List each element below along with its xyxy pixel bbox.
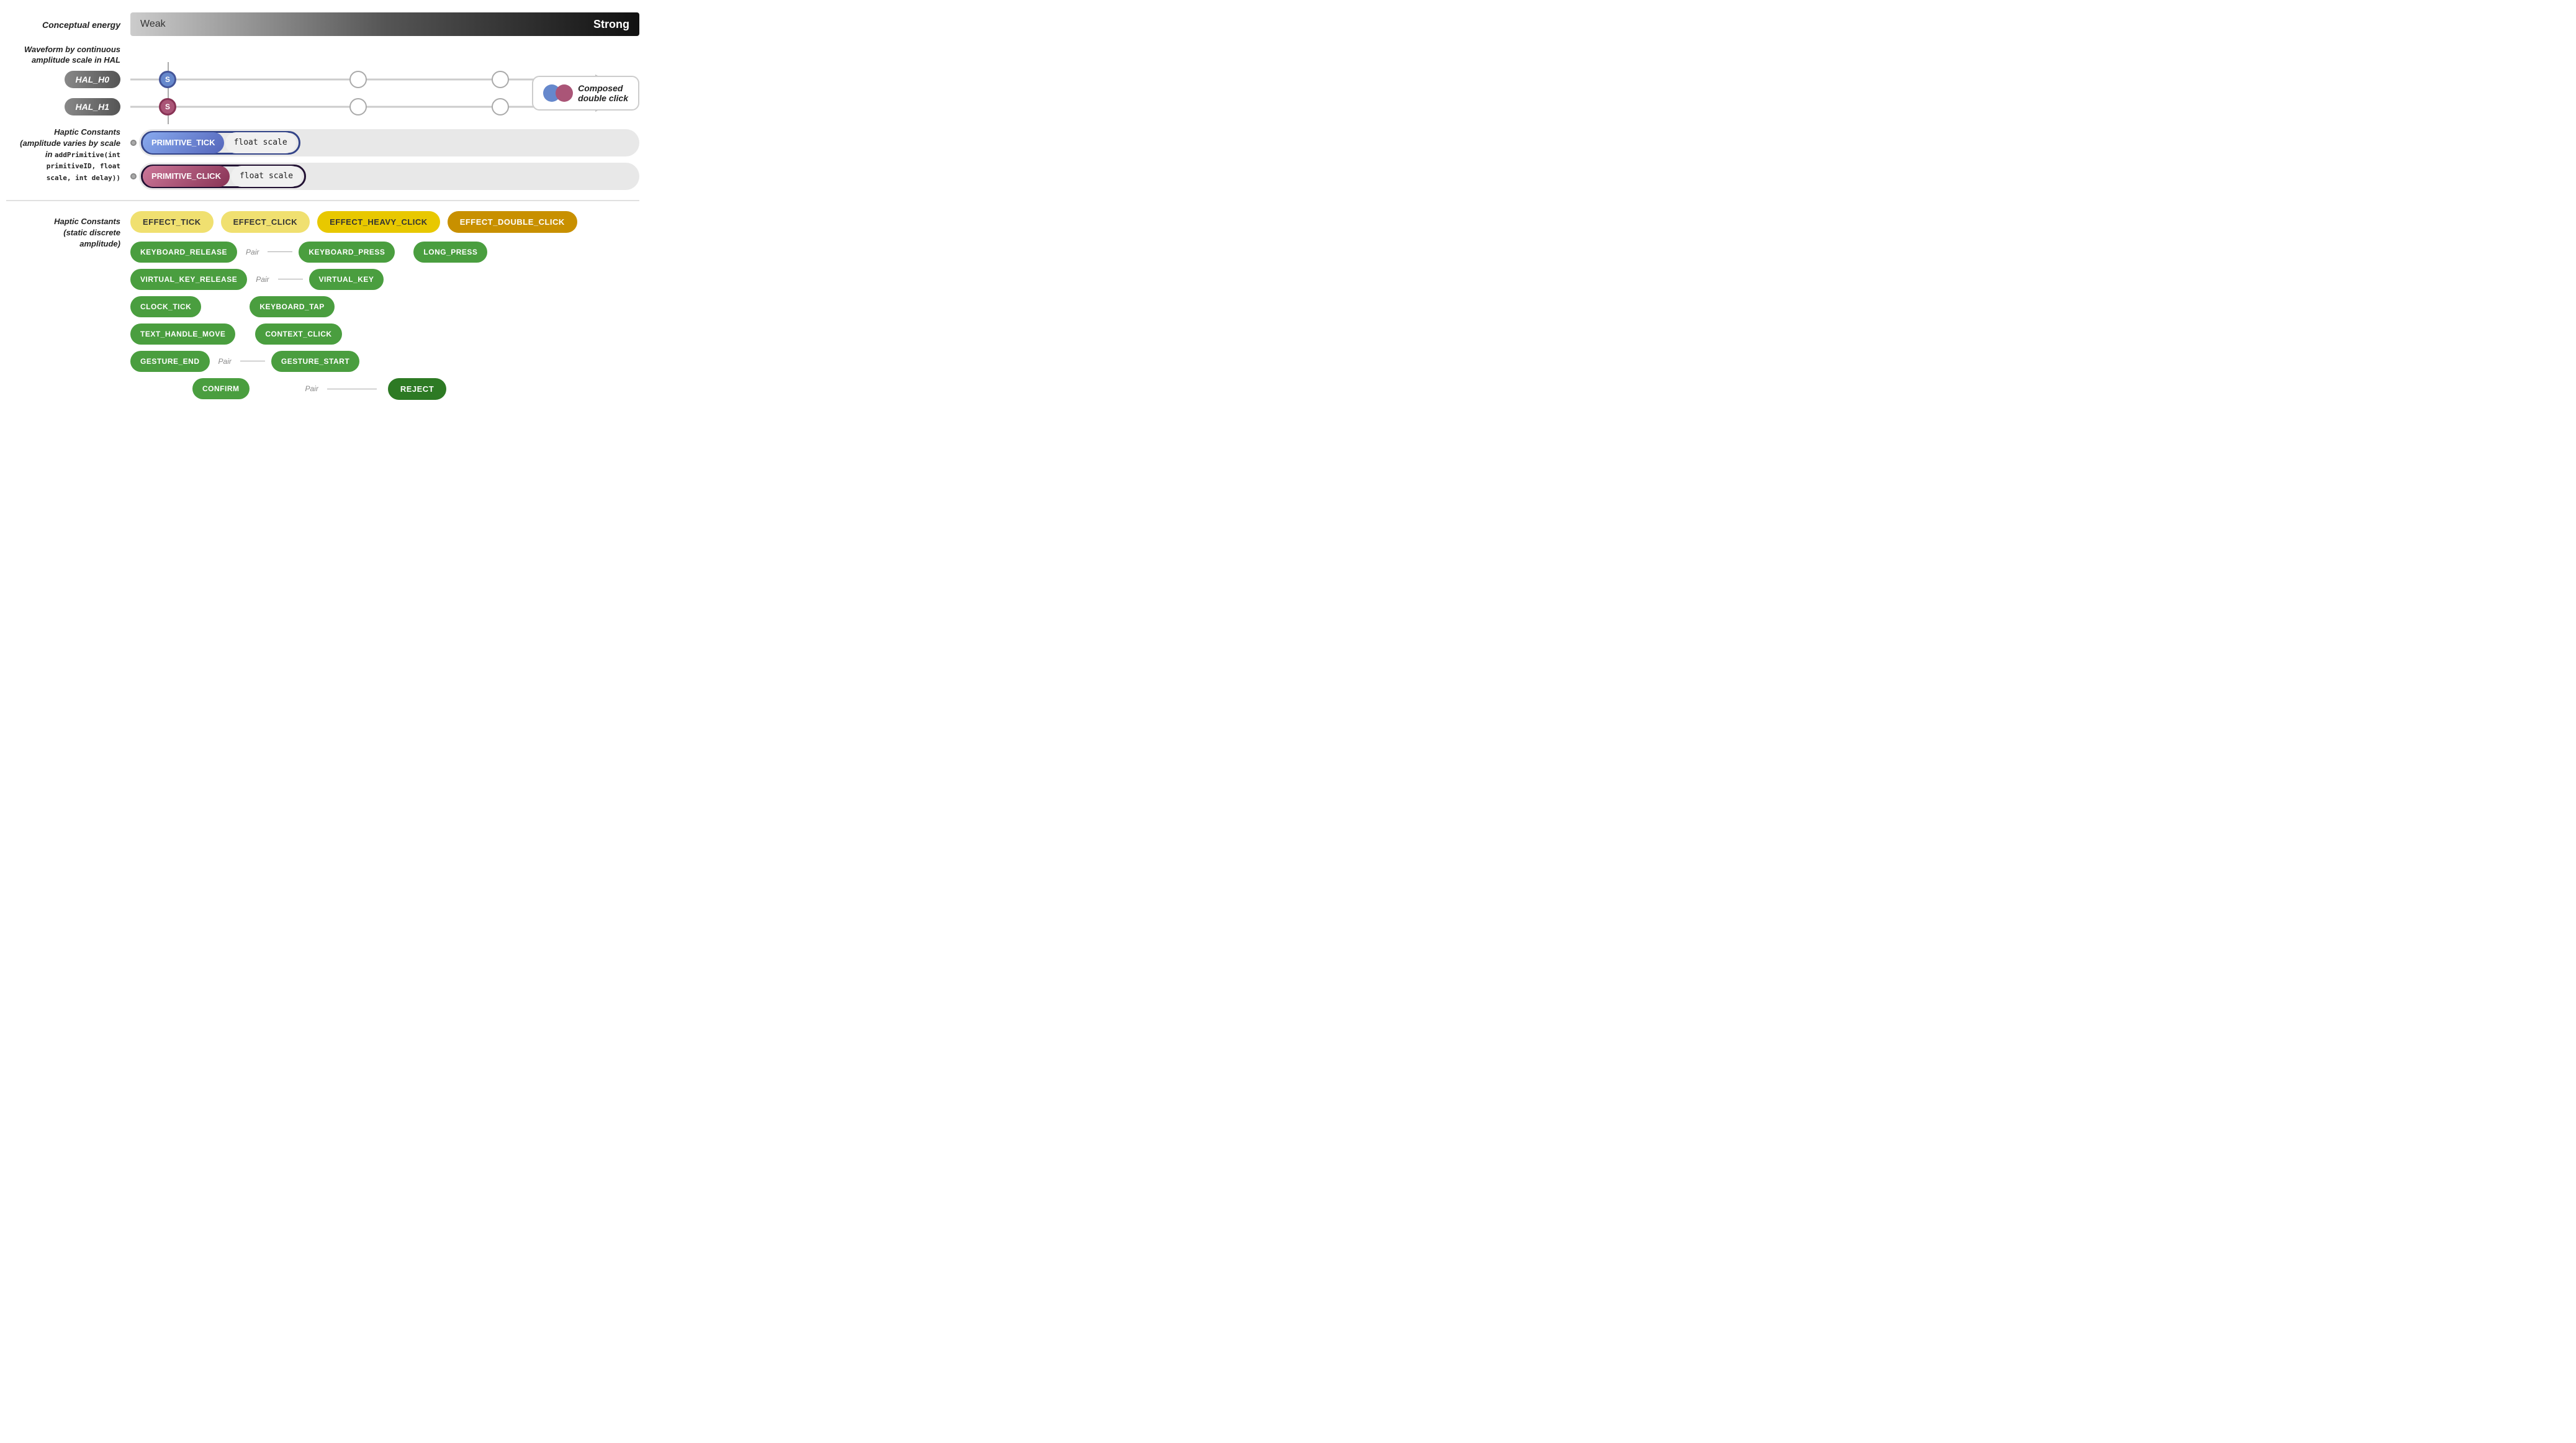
- disc-row-confirm: CONFIRM Pair REJECT: [130, 378, 639, 400]
- primitive-label: Haptic Constants(amplitude varies by sca…: [6, 127, 130, 183]
- hal-h1-mid1: [349, 98, 367, 115]
- waveform-label: Waveform by continuousamplitude scale in…: [6, 45, 130, 66]
- hal-h1-label: HAL_H1: [6, 98, 130, 115]
- hal-h0-label: HAL_H0: [6, 71, 130, 88]
- hal-h1-badge: HAL_H1: [65, 98, 120, 115]
- hal-sliders-wrapper: HAL_H0 S HAL_H1 S: [6, 68, 639, 118]
- pair-label-1: Pair: [246, 248, 259, 256]
- effect-double-click-button[interactable]: EFFECT_DOUBLE_CLICK: [448, 211, 577, 233]
- conceptual-energy-label: Conceptual energy: [6, 20, 130, 30]
- discrete-section: Haptic Constants(static discreteamplitud…: [6, 211, 639, 400]
- primitive-tick-row: PRIMITIVE_TICK float scale: [130, 129, 639, 156]
- pair-line-1: [268, 251, 292, 252]
- keyboard-tap-button[interactable]: KEYBOARD_TAP: [250, 296, 334, 317]
- conceptual-energy-row: Conceptual energy Weak Strong: [6, 12, 639, 37]
- click-name-badge: PRIMITIVE_CLICK: [143, 166, 230, 187]
- hal-h1-mid2: [492, 98, 509, 115]
- tick-indicator: [130, 140, 137, 146]
- pair-label-3: Pair: [218, 357, 232, 366]
- discrete-label: Haptic Constants(static discreteamplitud…: [6, 211, 130, 250]
- disc-row-keyboard: KEYBOARD_RELEASE Pair KEYBOARD_PRESS LON…: [130, 242, 639, 263]
- disc-row-clock: CLOCK_TICK KEYBOARD_TAP: [130, 296, 639, 317]
- hal-h0-badge: HAL_H0: [65, 71, 120, 88]
- discrete-grid: EFFECT_TICK EFFECT_CLICK EFFECT_HEAVY_CL…: [130, 211, 639, 400]
- click-scale-badge: float scale: [231, 166, 302, 187]
- virtual-key-release-button[interactable]: VIRTUAL_KEY_RELEASE: [130, 269, 247, 290]
- legend-pink-circle: [556, 84, 573, 102]
- tick-name-badge: PRIMITIVE_TICK: [143, 132, 224, 153]
- confirm-button[interactable]: CONFIRM: [192, 378, 250, 399]
- main-page: Conceptual energy Weak Strong Waveform b…: [0, 0, 646, 412]
- effect-heavy-click-button[interactable]: EFFECT_HEAVY_CLICK: [317, 211, 440, 233]
- hal-h1-start-circle: S: [159, 98, 176, 115]
- reject-button[interactable]: REJECT: [388, 378, 446, 400]
- composed-legend-text: Composeddouble click: [578, 83, 628, 103]
- hal-h0-start-circle: S: [159, 71, 176, 88]
- keyboard-press-button[interactable]: KEYBOARD_PRESS: [299, 242, 395, 263]
- effect-tick-button[interactable]: EFFECT_TICK: [130, 211, 214, 233]
- disc-row-gesture: GESTURE_END Pair GESTURE_START: [130, 351, 639, 372]
- primitive-bars: PRIMITIVE_TICK float scale PRIMITIVE_CLI…: [130, 127, 639, 190]
- energy-weak-label: Weak: [140, 19, 166, 30]
- effect-click-button[interactable]: EFFECT_CLICK: [221, 211, 310, 233]
- text-handle-move-button[interactable]: TEXT_HANDLE_MOVE: [130, 323, 235, 345]
- energy-gradient: Weak Strong: [130, 12, 639, 36]
- section-divider: [6, 200, 639, 201]
- pair-label-2: Pair: [256, 275, 269, 284]
- energy-strong-label: Strong: [593, 18, 629, 31]
- click-pill: PRIMITIVE_CLICK float scale: [141, 165, 306, 188]
- tick-scale-badge: float scale: [225, 132, 296, 153]
- legend-circles: [543, 84, 573, 102]
- disc-row-virtual-key: VIRTUAL_KEY_RELEASE Pair VIRTUAL_KEY: [130, 269, 639, 290]
- long-press-button[interactable]: LONG_PRESS: [413, 242, 487, 263]
- disc-row-text-handle: TEXT_HANDLE_MOVE CONTEXT_CLICK: [130, 323, 639, 345]
- gesture-start-button[interactable]: GESTURE_START: [271, 351, 359, 372]
- waveform-label-row: Waveform by continuousamplitude scale in…: [6, 45, 639, 66]
- hal-h0-mid2: [492, 71, 509, 88]
- tick-track[interactable]: PRIMITIVE_TICK float scale: [139, 129, 639, 156]
- energy-bar: Weak Strong: [130, 12, 639, 37]
- composed-legend-box: Composeddouble click: [532, 76, 639, 111]
- virtual-key-button[interactable]: VIRTUAL_KEY: [309, 269, 384, 290]
- hal-h0-mid1: [349, 71, 367, 88]
- primitive-section: Haptic Constants(amplitude varies by sca…: [6, 127, 639, 190]
- context-click-button[interactable]: CONTEXT_CLICK: [255, 323, 341, 345]
- pair-label-4: Pair: [305, 384, 318, 393]
- click-indicator: [130, 173, 137, 179]
- clock-tick-button[interactable]: CLOCK_TICK: [130, 296, 201, 317]
- gesture-end-button[interactable]: GESTURE_END: [130, 351, 210, 372]
- effects-row: EFFECT_TICK EFFECT_CLICK EFFECT_HEAVY_CL…: [130, 211, 639, 233]
- tick-pill: PRIMITIVE_TICK float scale: [141, 131, 300, 155]
- primitive-click-row: PRIMITIVE_CLICK float scale: [130, 163, 639, 190]
- keyboard-release-button[interactable]: KEYBOARD_RELEASE: [130, 242, 237, 263]
- click-track[interactable]: PRIMITIVE_CLICK float scale: [139, 163, 639, 190]
